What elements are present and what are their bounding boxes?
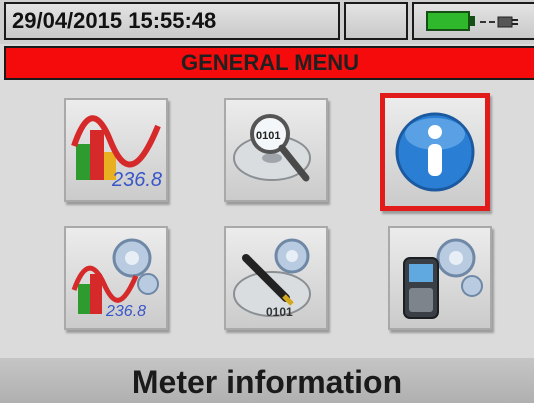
recording-settings-button[interactable]: 0101 — [224, 226, 328, 330]
battery-tip — [470, 16, 475, 26]
meter-screen: 29/04/2015 15:55:48 GENERAL MENU 236.8 0… — [0, 0, 534, 403]
icon-caption: 0101 — [256, 130, 280, 142]
meter-settings-icon — [403, 238, 483, 319]
info-icon — [395, 112, 475, 192]
status-indicator-empty — [344, 2, 408, 40]
measurement-chart-icon: 236.8 — [71, 115, 162, 191]
menu-title: GENERAL MENU — [4, 46, 534, 80]
power-status — [412, 2, 534, 40]
status-bar: 29/04/2015 15:55:48 — [0, 0, 534, 44]
selected-item-label: Meter information — [0, 358, 534, 403]
datetime-display: 29/04/2015 15:55:48 — [4, 2, 340, 40]
icon-caption: 236.8 — [111, 169, 162, 191]
analyzer-settings-icon: 236.8 — [71, 238, 159, 320]
recording-settings-icon: 0101 — [233, 238, 311, 319]
battery-charging-icon — [426, 11, 470, 31]
icon-caption: 0101 — [266, 305, 293, 319]
icon-caption: 236.8 — [105, 303, 146, 320]
analyzer-settings-button[interactable]: 236.8 — [64, 226, 168, 330]
measurement-display-button[interactable]: 236.8 — [64, 98, 168, 202]
data-disk-search-icon: 0101 — [233, 114, 311, 182]
meter-settings-button[interactable] — [388, 226, 492, 330]
data-analysis-button[interactable]: 0101 — [224, 98, 328, 202]
meter-information-button[interactable] — [380, 93, 490, 211]
plug-icon — [480, 16, 518, 28]
